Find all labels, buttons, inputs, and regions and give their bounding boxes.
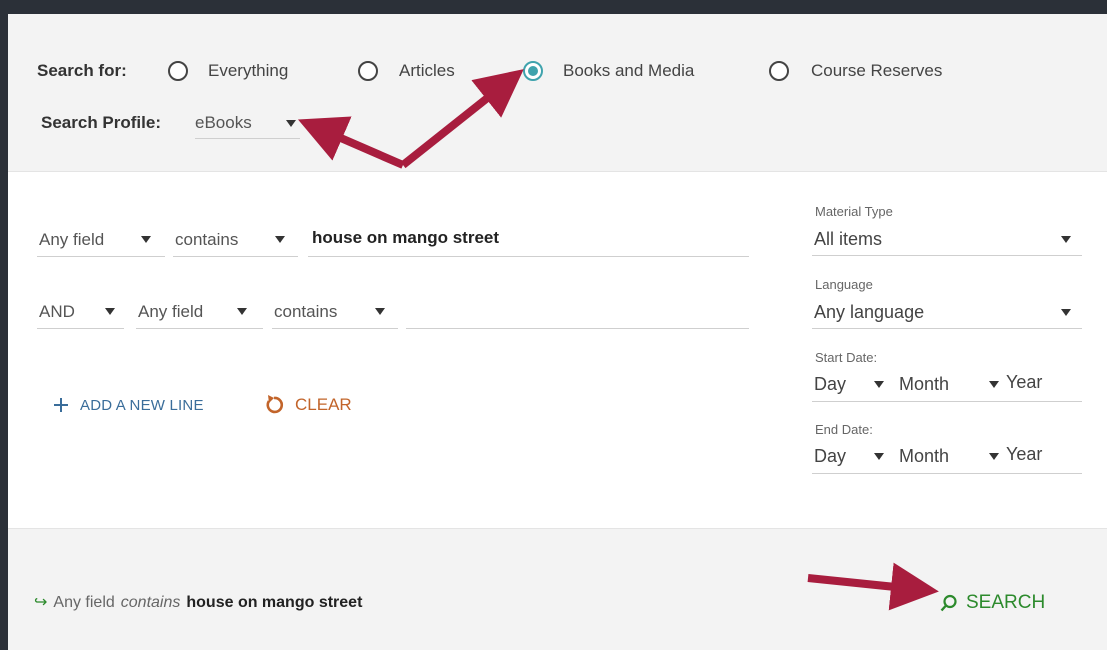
row2-boolean-underline (37, 328, 124, 329)
clear-button[interactable]: CLEAR (263, 394, 352, 416)
summary-field: Any field (53, 594, 115, 611)
radio-course-reserves-label[interactable]: Course Reserves (811, 61, 942, 81)
radio-articles[interactable] (358, 61, 378, 81)
end-date-label: End Date: (815, 422, 873, 437)
search-scope-bar: Search for: Everything Articles Books an… (8, 14, 1107, 172)
row1-query-underline (308, 256, 749, 257)
radio-course-reserves[interactable] (769, 61, 789, 81)
language-caret-icon[interactable] (1061, 309, 1071, 316)
row2-operator-underline (272, 328, 398, 329)
language-underline (812, 328, 1082, 329)
start-date-day-select[interactable]: Day (814, 374, 846, 395)
start-date-label: Start Date: (815, 350, 878, 365)
search-profile-select[interactable]: eBooks (195, 113, 252, 133)
arrow-right-hook-icon: ↪ (34, 594, 48, 611)
summary-value: house on mango street (186, 594, 363, 611)
material-type-underline (812, 255, 1082, 256)
row2-query-underline (406, 328, 749, 329)
search-button[interactable]: SEARCH (940, 592, 1045, 614)
row1-operator-underline (173, 256, 298, 257)
end-date-day-caret-icon[interactable] (874, 453, 884, 460)
material-type-label: Material Type (815, 204, 893, 219)
end-date-month-caret-icon[interactable] (989, 453, 999, 460)
row1-field-underline (37, 256, 165, 257)
row2-field-select[interactable]: Any field (138, 302, 203, 322)
search-icon (940, 594, 957, 612)
row1-query-input[interactable]: house on mango street (312, 228, 499, 248)
start-date-day-caret-icon[interactable] (874, 381, 884, 388)
row1-operator-select[interactable]: contains (175, 230, 238, 250)
row2-field-underline (136, 328, 263, 329)
row2-boolean-select[interactable]: AND (39, 302, 75, 322)
row1-field-caret-icon[interactable] (141, 236, 151, 243)
row2-operator-select[interactable]: contains (274, 302, 337, 322)
language-label: Language (815, 277, 873, 292)
radio-books-and-media-label[interactable]: Books and Media (563, 61, 694, 81)
row2-boolean-caret-icon[interactable] (105, 308, 115, 315)
query-summary: ↪ Any field contains house on mango stre… (34, 592, 362, 612)
advanced-search-panel: Search for: Everything Articles Books an… (8, 14, 1107, 650)
language-select[interactable]: Any language (814, 302, 924, 323)
search-profile-label: Search Profile: (41, 113, 161, 132)
end-date-year-input[interactable]: Year (1006, 444, 1042, 465)
add-new-line-label: ADD A NEW LINE (80, 396, 204, 414)
end-date-underline (812, 473, 1082, 474)
summary-operator: contains (120, 594, 181, 611)
reset-icon (266, 395, 284, 414)
end-date-month-select[interactable]: Month (899, 446, 949, 467)
search-for-label: Search for: (37, 61, 127, 80)
row1-field-select[interactable]: Any field (39, 230, 104, 250)
start-date-month-caret-icon[interactable] (989, 381, 999, 388)
material-type-select[interactable]: All items (814, 229, 882, 250)
radio-everything-label[interactable]: Everything (208, 61, 288, 81)
radio-books-and-media[interactable] (523, 61, 543, 81)
add-new-line-button[interactable]: ADD A NEW LINE (52, 396, 204, 414)
start-date-year-input[interactable]: Year (1006, 372, 1042, 393)
search-profile-underline (195, 138, 300, 139)
clear-label: CLEAR (295, 395, 352, 414)
material-type-caret-icon[interactable] (1061, 236, 1071, 243)
row1-operator-caret-icon[interactable] (275, 236, 285, 243)
search-profile-caret-icon[interactable] (286, 120, 296, 127)
radio-articles-label[interactable]: Articles (399, 61, 455, 81)
radio-everything[interactable] (168, 61, 188, 81)
plus-icon (54, 398, 68, 412)
query-summary-bar: ↪ Any field contains house on mango stre… (8, 528, 1107, 650)
row2-operator-caret-icon[interactable] (375, 308, 385, 315)
row2-field-caret-icon[interactable] (237, 308, 247, 315)
end-date-day-select[interactable]: Day (814, 446, 846, 467)
search-button-label: SEARCH (966, 592, 1046, 613)
start-date-underline (812, 401, 1082, 402)
start-date-month-select[interactable]: Month (899, 374, 949, 395)
